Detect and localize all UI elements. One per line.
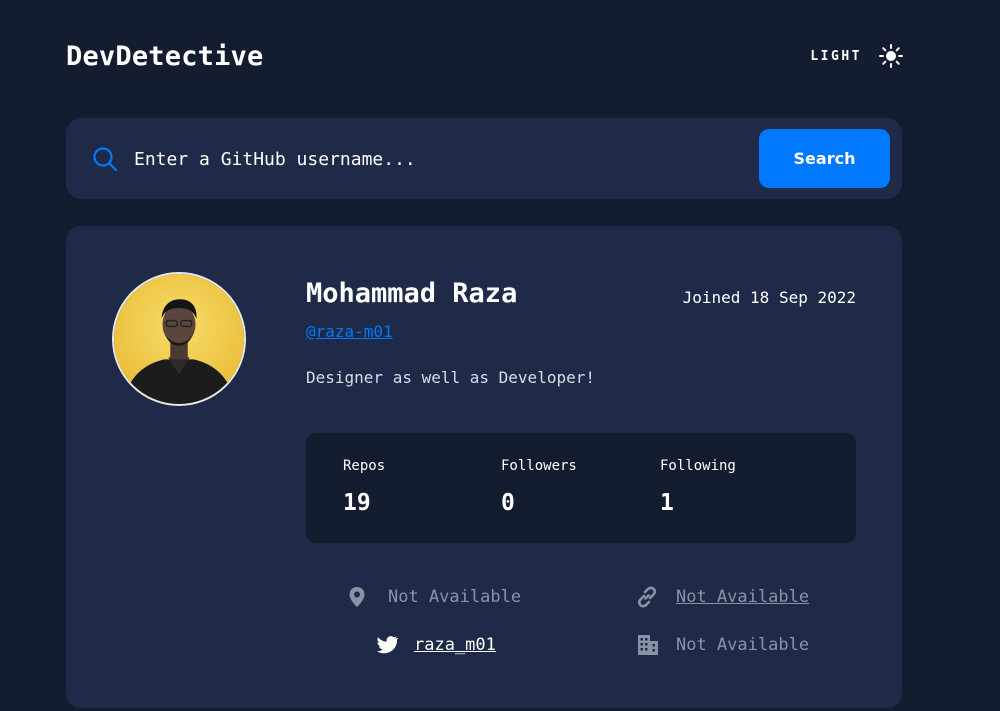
- avatar: [112, 272, 246, 406]
- theme-label[interactable]: LIGHT: [810, 49, 862, 64]
- theme-toggle[interactable]: LIGHT: [810, 43, 904, 69]
- app-header: DevDetective LIGHT: [66, 36, 904, 76]
- company-row: Not Available: [637, 634, 809, 656]
- search-icon: [93, 147, 118, 172]
- profile-handle-link[interactable]: @raza-m01: [306, 322, 393, 341]
- blog-row[interactable]: Not Available: [636, 586, 809, 608]
- following-count: 1: [660, 490, 674, 516]
- profile-name: Mohammad Raza: [306, 278, 518, 309]
- followers-label: Followers: [501, 458, 577, 474]
- location-pin-icon: [349, 587, 365, 607]
- search-input[interactable]: [134, 140, 734, 178]
- followers-count: 0: [501, 490, 515, 516]
- blog-link[interactable]: Not Available: [676, 587, 809, 607]
- building-icon: [638, 635, 658, 655]
- sun-icon[interactable]: [878, 43, 904, 69]
- search-button[interactable]: Search: [759, 129, 890, 188]
- twitter-icon: [376, 636, 398, 654]
- joined-date: Joined 18 Sep 2022: [682, 288, 856, 307]
- following-label: Following: [660, 458, 736, 474]
- company-text: Not Available: [676, 635, 810, 655]
- link-icon: [637, 586, 657, 608]
- app-title: DevDetective: [66, 40, 264, 72]
- location-text: Not Available: [388, 587, 522, 607]
- repos-label: Repos: [343, 458, 386, 474]
- stats-panel: Repos 19 Followers 0 Following 1: [306, 433, 856, 543]
- twitter-link[interactable]: raza_m01: [414, 635, 496, 655]
- location-row: Not Available: [346, 586, 521, 608]
- repos-count: 19: [343, 490, 371, 516]
- profile-bio: Designer as well as Developer!: [306, 368, 595, 387]
- twitter-row[interactable]: raza_m01: [376, 634, 496, 656]
